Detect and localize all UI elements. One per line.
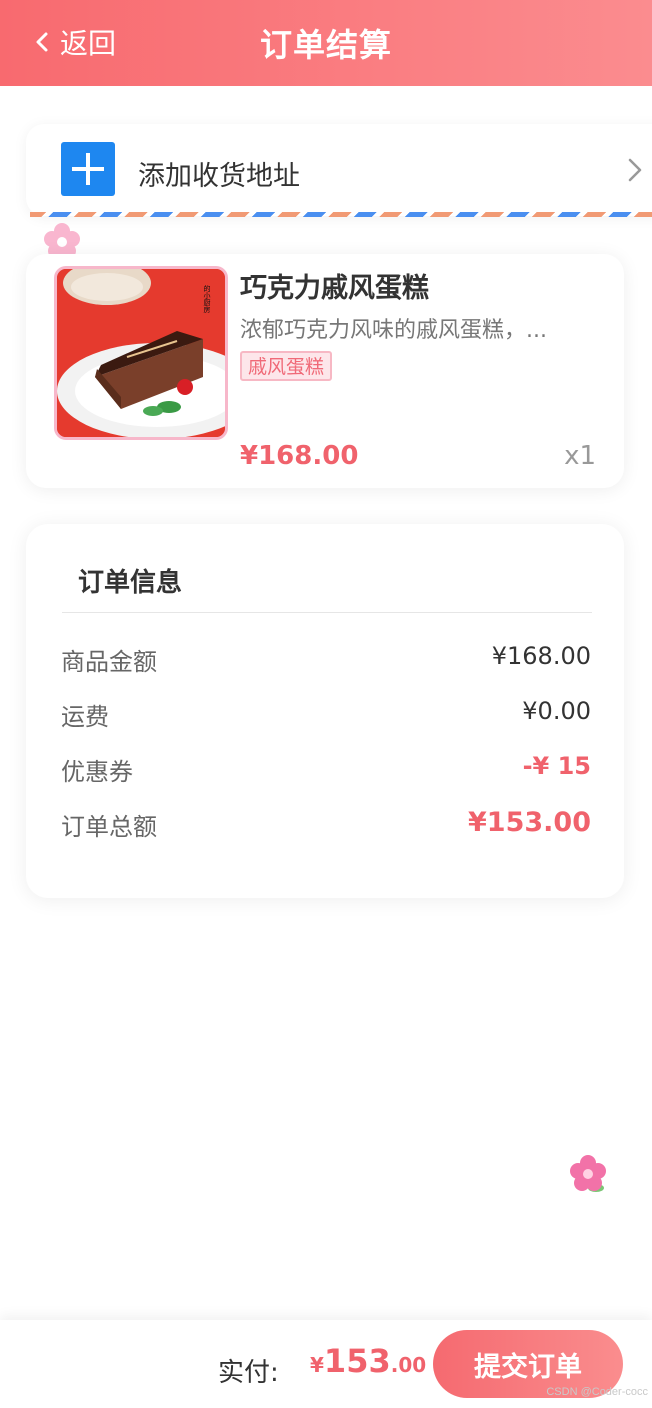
product-price: ¥168.00 — [240, 441, 359, 471]
plus-icon — [61, 142, 115, 196]
add-address-row[interactable]: 添加收货地址 — [26, 124, 652, 216]
chevron-right-icon — [628, 158, 642, 182]
order-row-label: 商品金额 — [61, 648, 157, 676]
pay-currency: ¥ — [310, 1353, 324, 1377]
page-title: 订单结算 — [259, 26, 392, 64]
image-brand-text: 的小厨房 — [203, 284, 211, 314]
divider — [62, 612, 592, 613]
pay-integer: 153 — [323, 1342, 391, 1380]
header-bar: 返回 订单结算 — [0, 0, 652, 86]
order-row-value: ¥0.00 — [522, 697, 591, 725]
pay-decimal: .00 — [390, 1353, 427, 1377]
product-name: 巧克力戚风蛋糕 — [240, 273, 429, 304]
order-row-label: 订单总额 — [61, 813, 157, 841]
flower-icon — [570, 1155, 606, 1192]
product-description: 浓郁巧克力风味的戚风蛋糕，... — [240, 318, 547, 343]
pay-amount: ¥153.00 — [310, 1342, 426, 1380]
order-row-label: 优惠券 — [61, 758, 133, 786]
order-row-label: 运费 — [61, 703, 109, 731]
order-info-card: 订单信息 商品金额 ¥168.00 运费 ¥0.00 优惠券 -¥ 15 订单总… — [26, 524, 624, 898]
add-address-label: 添加收货地址 — [138, 161, 300, 192]
order-row-subtotal: 商品金额 ¥168.00 — [61, 642, 591, 676]
coupon-discount-value: -¥ 15 — [522, 752, 591, 780]
cake-illustration: 的小厨房 — [57, 269, 225, 437]
order-total-value: ¥153.00 — [468, 807, 591, 838]
product-card[interactable]: 的小厨房 巧克力戚风蛋糕 浓郁巧克力风味的戚风蛋糕，... 戚风蛋糕 ¥168.… — [26, 254, 624, 488]
product-quantity: x1 — [564, 441, 596, 471]
order-row-shipping: 运费 ¥0.00 — [61, 697, 591, 731]
order-row-total: 订单总额 ¥153.00 — [61, 807, 591, 841]
order-row-value: ¥168.00 — [491, 642, 591, 670]
product-image: 的小厨房 — [54, 266, 228, 440]
pay-label: 实付: — [218, 1358, 279, 1388]
envelope-stripe — [30, 212, 652, 217]
order-info-title: 订单信息 — [78, 568, 183, 598]
order-row-coupon[interactable]: 优惠券 -¥ 15 — [61, 752, 591, 786]
checkout-page: 返回 订单结算 添加收货地址 的小厨房 巧克力戚风蛋糕 浓郁巧克力风味的戚风蛋糕… — [0, 0, 652, 1408]
product-tag: 戚风蛋糕 — [240, 351, 333, 381]
watermark: CSDN @Coder-cocc — [546, 1386, 648, 1398]
